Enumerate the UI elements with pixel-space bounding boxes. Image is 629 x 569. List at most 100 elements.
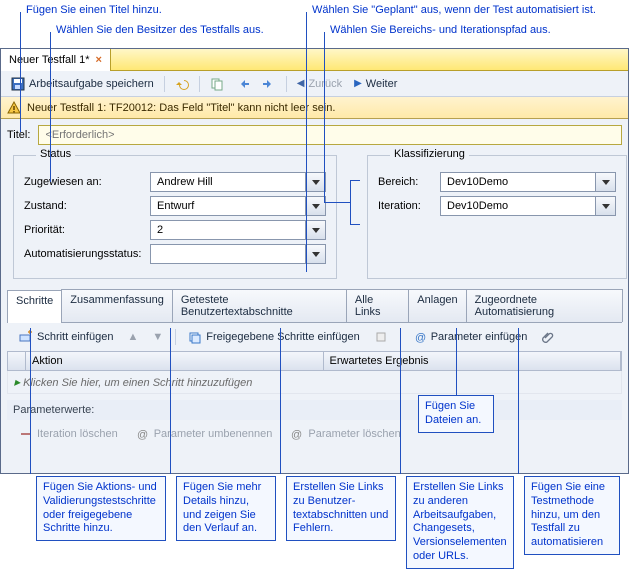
- priority-label: Priorität:: [24, 224, 144, 236]
- chevron-down-icon[interactable]: [596, 196, 616, 216]
- forward-button[interactable]: ▶ Weiter: [350, 76, 401, 92]
- area-input[interactable]: [440, 172, 596, 192]
- state-combo[interactable]: [150, 196, 326, 216]
- area-label: Bereich:: [378, 176, 434, 188]
- callout-area-iter: Wählen Sie Bereichs- und Iterationspfad …: [330, 24, 551, 36]
- back-arrow-icon: ◀: [297, 78, 305, 89]
- callout-automation: Fügen Sie eine Testmethode hinzu, um den…: [524, 476, 620, 555]
- validation-message-bar: Neuer Testfall 1: TF20012: Das Feld "Tit…: [1, 97, 628, 119]
- grid-header-action: Aktion: [26, 352, 324, 370]
- classification-legend: Klassifizierung: [390, 148, 469, 160]
- callout-summary: Fügen Sie mehr Details hinzu, und zeigen…: [176, 476, 276, 541]
- grid-header-gutter: [8, 352, 26, 370]
- forward-label: Weiter: [366, 78, 398, 90]
- back-button[interactable]: ◀ Zurück: [293, 76, 346, 92]
- grid-header-expected: Erwartetes Ergebnis: [324, 352, 622, 370]
- svg-text:@: @: [291, 429, 302, 441]
- indent-icon: [262, 77, 276, 91]
- outdent-icon: [236, 77, 250, 91]
- separator: [175, 329, 176, 345]
- move-up-button[interactable]: ▲: [123, 329, 142, 345]
- iteration-combo[interactable]: [440, 196, 616, 216]
- assigned-combo[interactable]: [150, 172, 326, 192]
- create-shared-button[interactable]: [370, 328, 392, 346]
- automation-label: Automatisierungsstatus:: [24, 248, 144, 260]
- param-icon: @: [413, 330, 427, 344]
- tab-summary[interactable]: Zusammenfassung: [61, 289, 173, 322]
- tab-automation[interactable]: Zugeordnete Automatisierung: [466, 289, 623, 322]
- detail-tabstrip: Schritte Zusammenfassung Getestete Benut…: [7, 289, 622, 323]
- paperclip-icon: [541, 330, 555, 344]
- chevron-down-icon[interactable]: [596, 172, 616, 192]
- delete-param-label: Parameter löschen: [308, 428, 400, 440]
- up-arrow-icon: ▲: [127, 331, 138, 343]
- copy-icon: [210, 77, 224, 91]
- chevron-down-icon[interactable]: [306, 196, 326, 216]
- priority-combo[interactable]: [150, 220, 326, 240]
- tab-attachments[interactable]: Anlagen: [408, 289, 466, 322]
- document-tabstrip: Neuer Testfall 1* ×: [1, 49, 628, 71]
- chevron-down-icon[interactable]: [306, 244, 326, 264]
- rename-param-icon: @: [136, 427, 150, 441]
- document-tab[interactable]: Neuer Testfall 1* ×: [1, 49, 111, 71]
- indent-button[interactable]: [258, 75, 280, 93]
- copy-button[interactable]: [206, 75, 228, 93]
- save-icon: [11, 77, 25, 91]
- automation-combo[interactable]: [150, 244, 326, 264]
- title-label: Titel:: [7, 129, 30, 141]
- state-input[interactable]: [150, 196, 306, 216]
- classification-group: Klassifizierung Bereich: Iteration:: [367, 155, 627, 279]
- svg-text:@: @: [137, 429, 148, 441]
- delete-iteration-label: Iteration löschen: [37, 428, 118, 440]
- param-toolbar: Iteration löschen @ Parameter umbenennen…: [7, 422, 622, 446]
- title-row: Titel:: [1, 119, 628, 151]
- delete-param-icon: @: [290, 427, 304, 441]
- insert-param-label: Parameter einfügen: [431, 331, 528, 343]
- chevron-down-icon[interactable]: [306, 220, 326, 240]
- iteration-label: Iteration:: [378, 200, 434, 212]
- svg-text:@: @: [415, 332, 426, 344]
- status-legend: Status: [36, 148, 75, 160]
- warning-icon: [7, 101, 21, 115]
- separator: [286, 76, 287, 92]
- callout-title: Fügen Sie einen Titel hinzu.: [26, 4, 162, 16]
- outdent-button[interactable]: [232, 75, 254, 93]
- param-values-label: Parameterwerte:: [7, 400, 622, 420]
- iteration-input[interactable]: [440, 196, 596, 216]
- state-label: Zustand:: [24, 200, 144, 212]
- priority-input[interactable]: [150, 220, 306, 240]
- rename-param-button[interactable]: @ Parameter umbenennen: [132, 425, 277, 443]
- status-group: Status Zugewiesen an: Zustand: Priorität…: [13, 155, 337, 279]
- title-input[interactable]: [38, 125, 622, 145]
- save-button[interactable]: Arbeitsaufgabe speichern: [7, 75, 158, 93]
- insert-shared-button[interactable]: Freigegebene Schritte einfügen: [184, 328, 364, 346]
- assigned-input[interactable]: [150, 172, 306, 192]
- area-combo[interactable]: [440, 172, 616, 192]
- attach-button[interactable]: [537, 328, 559, 346]
- steps-grid-placeholder[interactable]: ▸ Klicken Sie hier, um einen Schritt hin…: [7, 371, 622, 394]
- down-arrow-icon: ▼: [152, 331, 163, 343]
- close-icon[interactable]: ×: [96, 54, 102, 66]
- back-label: Zurück: [308, 78, 342, 90]
- tab-all-links[interactable]: Alle Links: [346, 289, 409, 322]
- play-icon: ▸: [14, 375, 20, 389]
- save-label: Arbeitsaufgabe speichern: [29, 78, 154, 90]
- undo-button[interactable]: [171, 75, 193, 93]
- steps-toolbar: Schritt einfügen ▲ ▼ Freigegebene Schrit…: [7, 325, 622, 349]
- callout-links: Erstellen Sie Links zu anderen Arbeitsau…: [406, 476, 514, 569]
- callout-steps: Fügen Sie Aktions- und Validierungstests…: [36, 476, 166, 541]
- insert-shared-label: Freigegebene Schritte einfügen: [206, 331, 360, 343]
- move-down-button[interactable]: ▼: [148, 329, 167, 345]
- tab-steps[interactable]: Schritte: [7, 290, 62, 323]
- chevron-down-icon[interactable]: [306, 172, 326, 192]
- automation-input[interactable]: [150, 244, 306, 264]
- delete-param-button[interactable]: @ Parameter löschen: [286, 425, 404, 443]
- rename-param-label: Parameter umbenennen: [154, 428, 273, 440]
- delete-iteration-button[interactable]: Iteration löschen: [15, 425, 122, 443]
- steps-grid-header: Aktion Erwartetes Ergebnis: [7, 351, 622, 371]
- tab-textsections[interactable]: Getestete Benutzertextabschnitte: [172, 289, 347, 322]
- undo-icon: [175, 77, 189, 91]
- shared-step-icon: [188, 330, 202, 344]
- insert-param-button[interactable]: @ Parameter einfügen: [409, 328, 532, 346]
- separator: [199, 76, 200, 92]
